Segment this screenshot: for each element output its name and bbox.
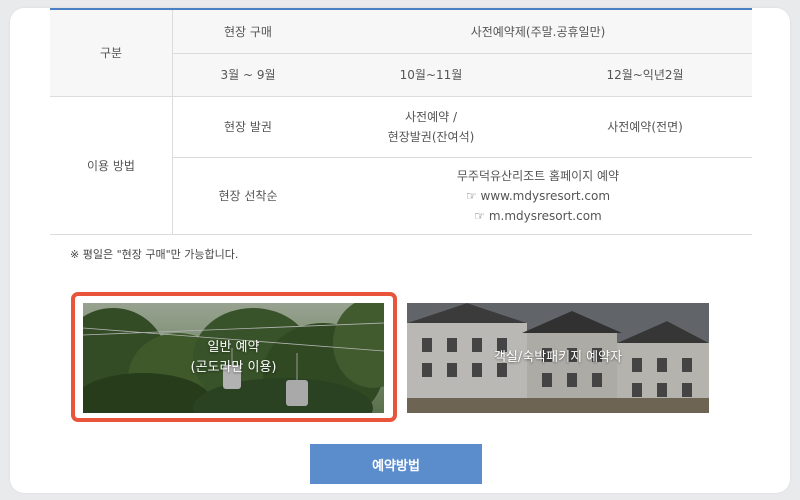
usage-label: 이용 방법 — [50, 97, 172, 234]
row1-col1-text: 현장 발권 — [224, 120, 272, 134]
row1-col1: 현장 발권 — [172, 97, 324, 157]
header-period-1-text: 3월 ~ 9월 — [220, 68, 276, 82]
row1-col2: 사전예약 / 현장발권(잔여석) — [324, 97, 538, 157]
header-category: 구분 — [50, 10, 172, 96]
weekday-note: ※ 평일은 "현장 구매"만 가능합니다. — [70, 248, 239, 261]
package-reservation-label: 객실/숙박패키지 예약자 — [493, 350, 623, 365]
usage-label-text: 이용 방법 — [87, 158, 135, 173]
header-advance-reservation-text: 사전예약제(주말.공휴일만) — [470, 24, 606, 39]
row1-col3-text: 사전예약(전면) — [607, 120, 683, 134]
row1-col2-line2: 현장발권(잔여석) — [387, 130, 475, 144]
selected-banner-highlight — [71, 292, 397, 422]
resort-mobile-link[interactable]: ☞ m.mdysresort.com — [474, 206, 601, 226]
reservation-method-button[interactable]: 예약방법 — [310, 444, 482, 484]
header-period-1: 3월 ~ 9월 — [172, 54, 324, 96]
row1-col2-line1: 사전예약 / — [404, 110, 458, 124]
header-period-3-text: 12월~익년2월 — [606, 68, 684, 82]
row2-col2-line1: 무주덕유산리조트 홈페이지 예약 — [456, 169, 620, 183]
header-period-3: 12월~익년2월 — [538, 54, 752, 96]
resort-website-link[interactable]: ☞ www.mdysresort.com — [466, 186, 610, 206]
row1-col3: 사전예약(전면) — [538, 97, 752, 157]
row2-col2: 무주덕유산리조트 홈페이지 예약 ☞ www.mdysresort.com ☞ … — [324, 158, 752, 234]
header-period-2: 10월~11월 — [324, 54, 538, 96]
package-reservation-banner[interactable]: 객실/숙박패키지 예약자 — [407, 303, 709, 413]
header-onsite-purchase-text: 현장 구매 — [224, 24, 272, 39]
row2-col1: 현장 선착순 — [172, 158, 324, 234]
content-card: 구분 현장 구매 사전예약제(주말.공휴일만) 3월 ~ 9월 10월~11월 … — [10, 8, 790, 493]
header-category-text: 구분 — [99, 46, 123, 60]
header-onsite-purchase: 현장 구매 — [172, 10, 324, 53]
row2-col1-text: 현장 선착순 — [218, 189, 278, 203]
divider — [50, 234, 752, 235]
header-advance-reservation: 사전예약제(주말.공휴일만) — [324, 10, 752, 53]
header-period-2-text: 10월~11월 — [399, 68, 463, 82]
